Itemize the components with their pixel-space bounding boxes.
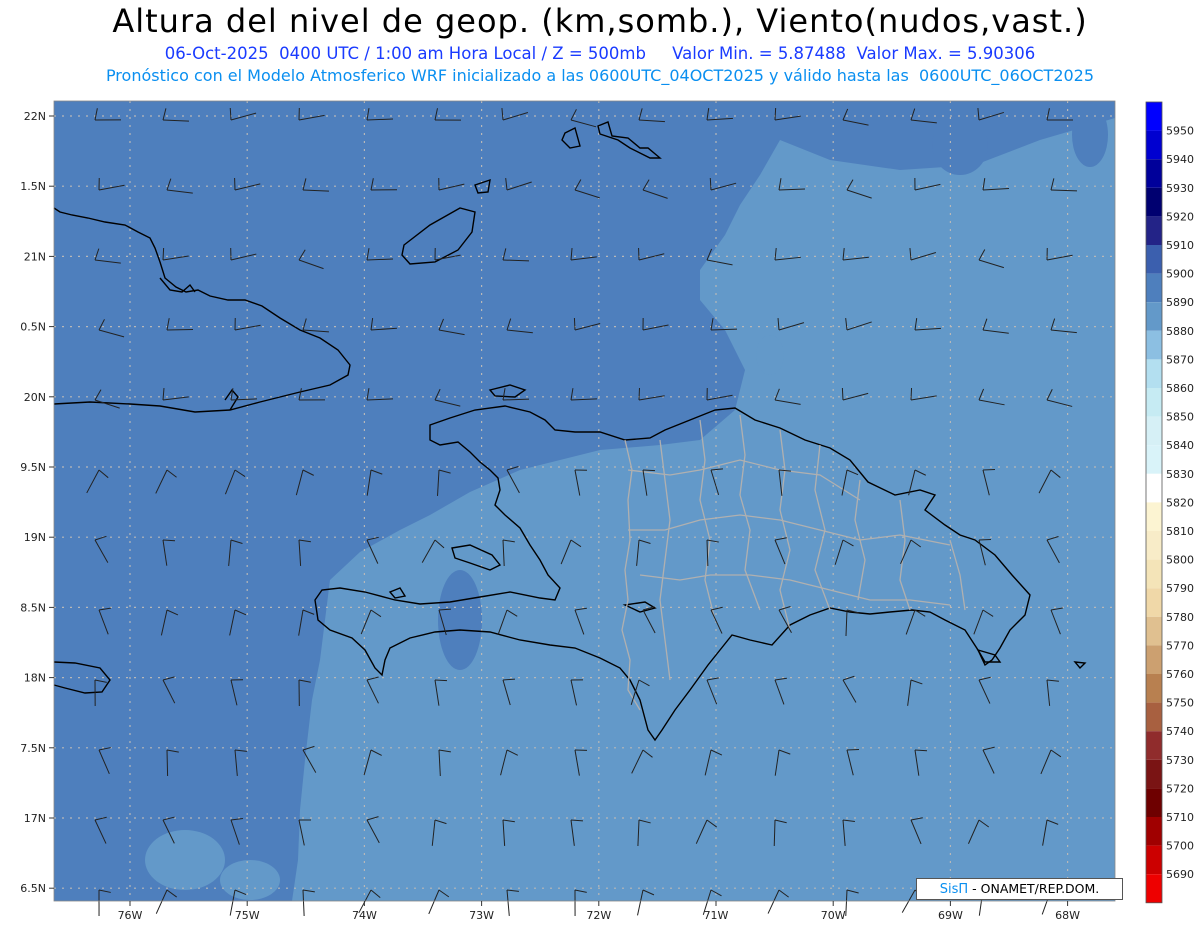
colorbar-swatch bbox=[1146, 388, 1162, 417]
colorbar-swatch bbox=[1146, 245, 1162, 274]
field-blob bbox=[438, 570, 482, 670]
colorbar-swatch bbox=[1146, 645, 1162, 674]
colorbar-label: 5890 bbox=[1166, 296, 1194, 309]
colorbar-swatch bbox=[1146, 616, 1162, 646]
lon-tick-label: 70W bbox=[821, 909, 846, 922]
colorbar-swatch bbox=[1146, 702, 1162, 732]
field-blob bbox=[145, 830, 225, 890]
lon-tick-label: 69W bbox=[938, 909, 963, 922]
colorbar-label: 5780 bbox=[1166, 611, 1194, 624]
colorbar-label: 5700 bbox=[1166, 840, 1194, 853]
lat-tick-label: 0.5N bbox=[20, 321, 46, 334]
colorbar-label: 5870 bbox=[1166, 353, 1194, 366]
lat-tick-label: 6.5N bbox=[20, 882, 46, 895]
latitude-axis: 22N 1.5N 21N 0.5N 20N 9.5N 19N 8.5N 18N 7.5N 17N 6.… bbox=[20, 110, 54, 895]
lat-tick-label: 8.5N bbox=[20, 601, 46, 614]
lat-tick-label: 21N bbox=[24, 250, 46, 263]
colorbar-label: 5770 bbox=[1166, 639, 1194, 652]
colorbar-swatch bbox=[1146, 102, 1162, 131]
colorbar-swatch bbox=[1146, 359, 1162, 388]
colorbar-swatch bbox=[1146, 273, 1162, 303]
colorbar: 5950 5940 5930 5920 5910 5900 5890 5880 5870 5860… bbox=[1145, 101, 1194, 904]
lat-tick-label: 19N bbox=[24, 531, 46, 544]
colorbar-swatch bbox=[1146, 674, 1162, 703]
field-blob bbox=[756, 335, 784, 375]
colorbar-swatch bbox=[1146, 559, 1162, 589]
colorbar-swatch bbox=[1146, 759, 1162, 789]
colorbar-swatch bbox=[1146, 216, 1162, 245]
lon-tick-label: 71W bbox=[704, 909, 729, 922]
field-blob bbox=[1072, 103, 1108, 167]
colorbar-label: 5810 bbox=[1166, 525, 1194, 538]
colorbar-swatch bbox=[1146, 502, 1162, 531]
colorbar-label: 5850 bbox=[1166, 411, 1194, 424]
colorbar-swatch bbox=[1146, 845, 1162, 875]
lat-tick-label: 18N bbox=[24, 672, 46, 685]
colorbar-label: 5910 bbox=[1166, 239, 1194, 252]
lat-tick-label: 22N bbox=[24, 110, 46, 123]
colorbar-swatch bbox=[1146, 130, 1162, 160]
lon-tick-label: 74W bbox=[352, 909, 377, 922]
colorbar-label: 5800 bbox=[1166, 554, 1194, 567]
colorbar-label: 5730 bbox=[1166, 754, 1194, 767]
colorbar-label: 5720 bbox=[1166, 782, 1194, 795]
colorbar-swatch bbox=[1146, 788, 1162, 817]
sispi-logo: SisΠ bbox=[939, 882, 969, 897]
lat-tick-label: 17N bbox=[24, 812, 46, 825]
colorbar-swatch bbox=[1146, 531, 1162, 560]
colorbar-swatch bbox=[1146, 330, 1162, 360]
colorbar-label: 5740 bbox=[1166, 725, 1194, 738]
colorbar-label: 5710 bbox=[1166, 811, 1194, 824]
credit-text: - ONAMET/REP.DOM. bbox=[972, 881, 1100, 896]
lon-tick-label: 72W bbox=[586, 909, 611, 922]
map-figure: 22N 1.5N 21N 0.5N 20N 9.5N 19N 8.5N 18N 7.5N 17N 6.… bbox=[20, 100, 1194, 922]
colorbar-label: 5920 bbox=[1166, 210, 1194, 223]
colorbar-label: 5880 bbox=[1166, 325, 1194, 338]
lat-tick-label: 1.5N bbox=[20, 180, 46, 193]
colorbar-label: 5940 bbox=[1166, 153, 1194, 166]
field-blob bbox=[932, 115, 988, 175]
colorbar-label: 5830 bbox=[1166, 468, 1194, 481]
colorbar-swatch bbox=[1146, 817, 1162, 846]
colorbar-swatch bbox=[1146, 187, 1162, 217]
colorbar-label: 5690 bbox=[1166, 868, 1194, 881]
colorbar-swatch bbox=[1146, 416, 1162, 446]
colorbar-label: 5840 bbox=[1166, 439, 1194, 452]
colorbar-swatch bbox=[1146, 588, 1162, 617]
colorbar-label: 5860 bbox=[1166, 382, 1194, 395]
lon-tick-label: 73W bbox=[469, 909, 494, 922]
field-blob bbox=[220, 860, 280, 900]
colorbar-label: 5760 bbox=[1166, 668, 1194, 681]
colorbar-swatch bbox=[1146, 445, 1162, 474]
lon-tick-label: 68W bbox=[1055, 909, 1080, 922]
colorbar-swatch bbox=[1146, 874, 1162, 903]
lat-tick-label: 20N bbox=[24, 391, 46, 404]
colorbar-label: 5950 bbox=[1166, 125, 1194, 138]
colorbar-swatch bbox=[1146, 159, 1162, 188]
longitude-axis: 76W 75W 74W 73W 72W 71W 70W 69W 68W bbox=[118, 901, 1080, 922]
colorbar-label: 5900 bbox=[1166, 268, 1194, 281]
colorbar-swatch bbox=[1146, 473, 1162, 503]
colorbar-swatch bbox=[1146, 731, 1162, 760]
lat-tick-label: 7.5N bbox=[20, 742, 46, 755]
colorbar-label: 5790 bbox=[1166, 582, 1194, 595]
colorbar-swatch bbox=[1146, 302, 1162, 331]
colorbar-label: 5820 bbox=[1166, 496, 1194, 509]
credit-box: SisΠ - ONAMET/REP.DOM. bbox=[916, 878, 1123, 900]
lat-tick-label: 9.5N bbox=[20, 461, 46, 474]
colorbar-label: 5750 bbox=[1166, 697, 1194, 710]
lon-tick-label: 76W bbox=[118, 909, 143, 922]
colorbar-label: 5930 bbox=[1166, 182, 1194, 195]
lon-tick-label: 75W bbox=[235, 909, 260, 922]
